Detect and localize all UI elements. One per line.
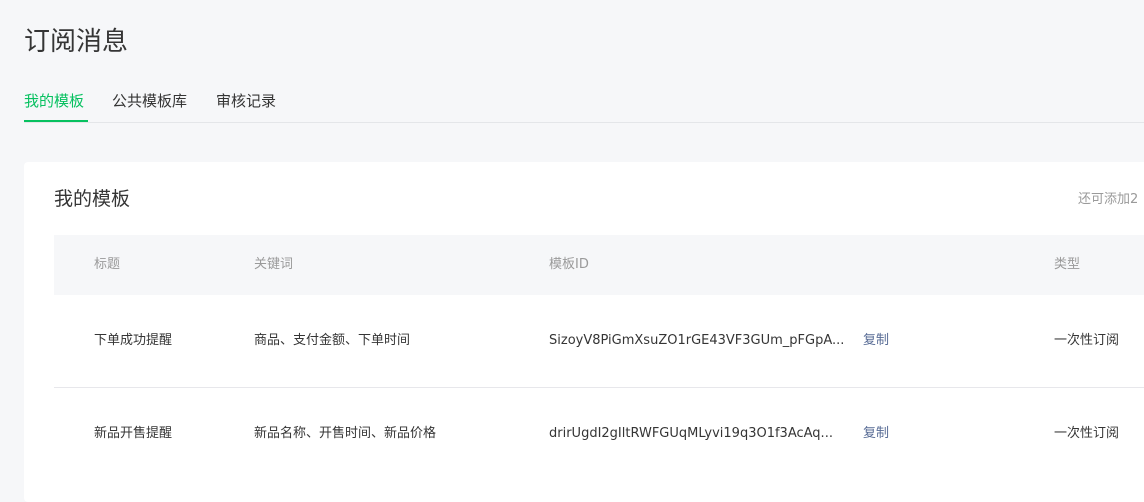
tab-public-template-library[interactable]: 公共模板库 [112,86,187,120]
copy-button[interactable]: 复制 [863,388,889,480]
tab-bar: 我的模板 公共模板库 审核记录 [24,86,1144,123]
my-templates-card: 我的模板 还可添加2 标题 关键词 模板ID 类型 下单成功提醒 商品、支付金额… [24,162,1144,502]
row-title: 下单成功提醒 [94,333,173,348]
tab-audit-records[interactable]: 审核记录 [216,86,276,120]
page-title: 订阅消息 [24,27,129,57]
table-row: 新品开售提醒 新品名称、开售时间、新品价格 drirUgdI2gIltRWFGU… [54,388,1144,480]
header-title: 标题 [94,257,121,272]
row-template-id: SizoyV8PiGmXsuZO1rGE43VF3GUm_pFGpA... [549,333,845,348]
row-template-id: drirUgdI2gIltRWFGUqMLyvi19q3O1f3AcAq... [549,426,833,441]
card-title: 我的模板 [54,188,131,210]
row-keywords: 商品、支付金额、下单时间 [254,333,411,348]
table-header: 标题 关键词 模板ID 类型 [54,235,1144,295]
row-title: 新品开售提醒 [94,426,173,441]
row-type: 一次性订阅 [1054,333,1120,348]
table-row: 下单成功提醒 商品、支付金额、下单时间 SizoyV8PiGmXsuZO1rGE… [54,295,1144,388]
quota-hint: 还可添加2 [1078,192,1139,207]
header-type: 类型 [1054,257,1081,272]
copy-button[interactable]: 复制 [863,295,889,387]
row-keywords: 新品名称、开售时间、新品价格 [254,426,437,441]
row-type: 一次性订阅 [1054,426,1120,441]
tab-my-templates[interactable]: 我的模板 [24,86,88,122]
header-template-id: 模板ID [549,257,589,272]
header-keywords: 关键词 [254,257,294,272]
